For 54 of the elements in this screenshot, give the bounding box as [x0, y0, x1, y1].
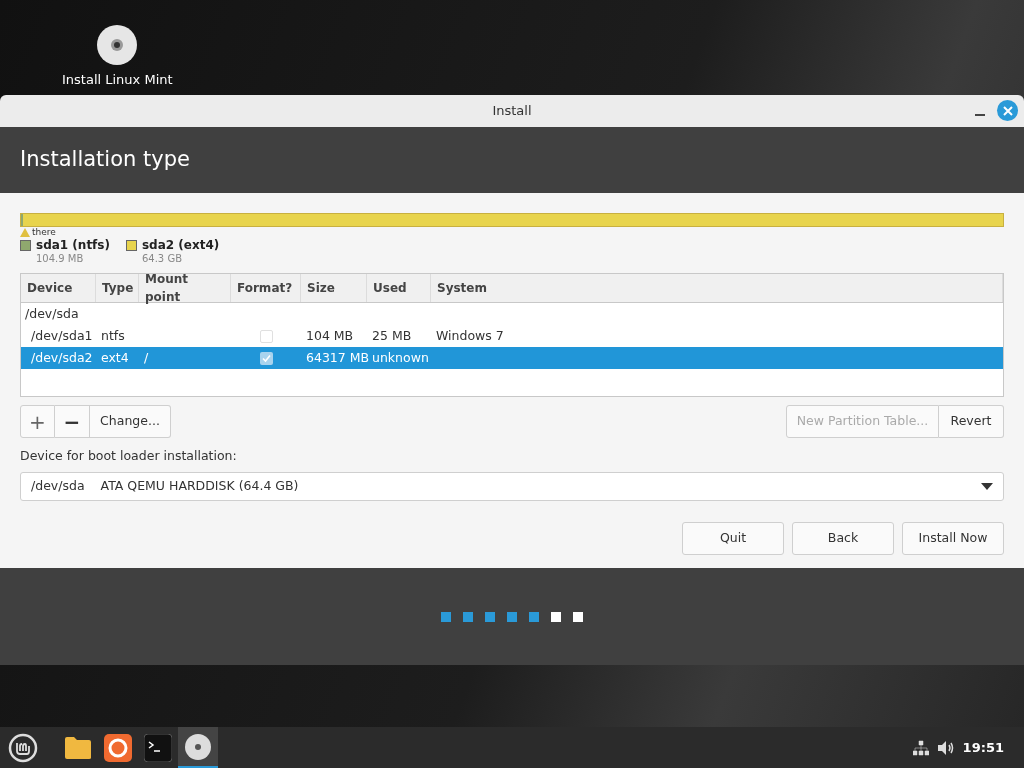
dropdown-arrow-icon	[981, 482, 993, 490]
change-button[interactable]: Change...	[90, 405, 171, 438]
disc-icon[interactable]	[96, 24, 139, 66]
table-row[interactable]: /dev/sda1 ntfs 104 MB 25 MB Windows 7	[21, 325, 1003, 347]
add-button[interactable]: +	[20, 405, 55, 438]
mint-logo-icon	[8, 732, 38, 763]
table-cell-text: ntfs	[101, 326, 125, 345]
column-header[interactable]: Size	[301, 274, 367, 302]
column-header[interactable]: System	[431, 274, 1003, 302]
action-button[interactable]: Back	[792, 521, 894, 555]
close-icon	[1002, 105, 1013, 116]
table-cell-text: /	[144, 348, 149, 367]
table-cell-text: 104 MB	[306, 326, 354, 345]
table-cell-text: /dev/sda	[24, 304, 80, 323]
table-cell-text: 25 MB	[372, 326, 412, 345]
table-cell-text: /dev/sda2	[31, 348, 93, 367]
format-checkbox[interactable]	[259, 329, 273, 343]
terminal-icon	[144, 733, 172, 762]
legend-size: 104.9 MB	[36, 253, 85, 265]
column-header[interactable]: Mount point	[139, 274, 231, 302]
table-cell-text: Windows 7	[436, 326, 504, 345]
legend-name: sda2 (ext4)	[141, 238, 220, 253]
desktop-icon-label[interactable]: Install Linux Mint	[62, 70, 173, 90]
column-header[interactable]: Format?	[231, 274, 301, 302]
window-title: Install	[492, 102, 532, 121]
volume-icon[interactable]	[936, 739, 955, 756]
format-checkbox[interactable]	[259, 351, 273, 365]
table-cell-text: 64317 MB	[306, 348, 370, 367]
column-header[interactable]: Used	[367, 274, 431, 302]
column-header[interactable]: Device	[21, 274, 96, 302]
warning-text: there	[32, 227, 56, 237]
table-row[interactable]: /dev/sda	[21, 303, 1003, 325]
check-icon	[261, 353, 271, 363]
dropdown-device: /dev/sda	[31, 476, 85, 495]
close-button[interactable]	[997, 100, 1018, 121]
column-header[interactable]: Type	[96, 274, 139, 302]
remove-button[interactable]: −	[55, 405, 90, 438]
legend-size: 64.3 GB	[141, 253, 184, 265]
dropdown-description: ATA QEMU HARDDISK (64.4 GB)	[100, 476, 300, 495]
boot-loader-label: Device for boot loader installation:	[20, 447, 238, 465]
action-button[interactable]: Quit	[682, 521, 784, 555]
revert-button[interactable]: Revert	[939, 405, 1004, 438]
clock[interactable]: 19:51	[962, 737, 1004, 758]
network-icon[interactable]	[912, 739, 929, 756]
table-cell-text: ext4	[101, 348, 129, 367]
disc-icon	[184, 732, 212, 761]
table-cell-text: unknown	[372, 348, 429, 367]
taskbar-app[interactable]	[178, 727, 218, 768]
page-heading: Installation type	[20, 146, 190, 174]
boot-device-dropdown[interactable]: /dev/sda ATA QEMU HARDDISK (64.4 GB)	[20, 471, 1004, 501]
table-cell-text: /dev/sda1	[31, 326, 93, 345]
action-button[interactable]: Install Now	[902, 521, 1004, 555]
folder-icon	[64, 735, 92, 760]
legend-name: sda1 (ntfs)	[36, 238, 110, 253]
